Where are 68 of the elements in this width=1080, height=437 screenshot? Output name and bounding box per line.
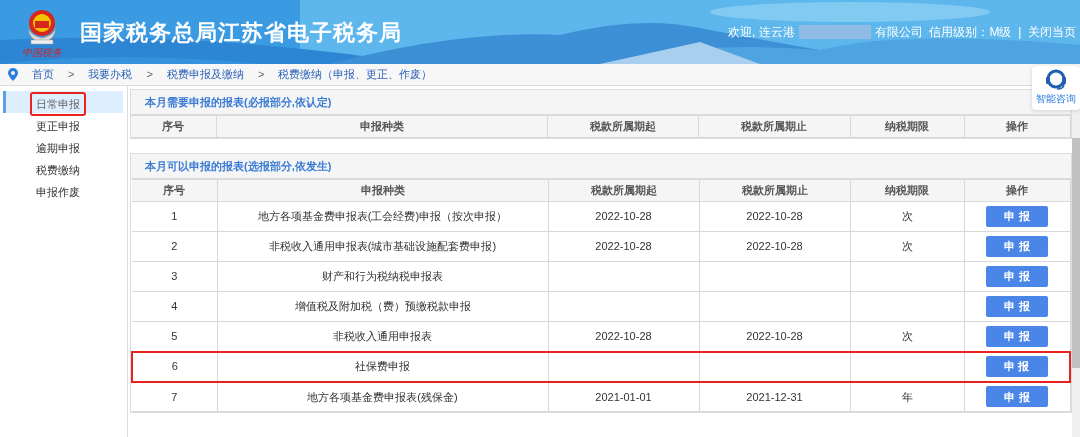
column-header: 纳税期限	[850, 115, 965, 138]
column-header: 税款所属期止	[699, 179, 850, 202]
breadcrumb-separator: >	[257, 67, 265, 83]
table-cell: 2022-10-28	[548, 231, 699, 262]
table-cell: 2022-10-28	[548, 321, 699, 352]
table-cell: 7	[132, 381, 217, 412]
headset-icon	[1044, 68, 1068, 92]
declare-button[interactable]: 申 报	[986, 325, 1048, 347]
table-cell: 5	[132, 321, 217, 352]
breadcrumb-link[interactable]: 首页	[32, 66, 54, 83]
table-cell: 2022-10-28	[699, 201, 850, 232]
header-divider: |	[1018, 24, 1022, 41]
sidebar-item[interactable]: 税费缴纳	[3, 157, 123, 179]
table-cell: 非税收入通用申报表	[217, 321, 548, 352]
table-cell: 2022-10-28	[699, 321, 850, 352]
column-header: 申报种类	[217, 179, 548, 202]
breadcrumb-link[interactable]: 税费申报及缴纳	[166, 66, 244, 83]
declare-button[interactable]: 申 报	[985, 356, 1048, 377]
scrollbar[interactable]	[1072, 108, 1080, 437]
table-cell: 2022-10-28	[699, 231, 850, 262]
section-title: 本月可以申报的报表(选报部分,依发生)	[131, 154, 1071, 179]
company-suffix: 有限公司	[874, 24, 923, 41]
table-cell: 2022-10-28	[548, 201, 699, 232]
column-header: 操作	[964, 179, 1070, 202]
table-cell: 次	[850, 201, 964, 232]
declare-button[interactable]: 申 报	[986, 236, 1048, 257]
location-pin-icon	[8, 68, 18, 81]
table-cell: 地方各项基金费申报表(工会经费)申报（按次申报）	[217, 201, 548, 232]
breadcrumb-link[interactable]: 税费缴纳（申报、更正、作废）	[278, 66, 433, 83]
table-cell: 2	[132, 231, 217, 262]
breadcrumb-separator: >	[68, 67, 75, 83]
table-cell: 年	[850, 381, 964, 412]
table-cell: 6	[132, 351, 217, 382]
column-header: 序号	[132, 179, 217, 202]
table-cell: 增值税及附加税（费）预缴税款申报	[217, 291, 548, 322]
sidebar-item[interactable]: 申报作废	[3, 179, 123, 201]
site-title: 国家税务总局江苏省电子税务局	[80, 18, 402, 47]
column-header: 税款所属期起	[548, 179, 699, 202]
table-cell: 2021-12-31	[699, 381, 850, 412]
assistant-widget[interactable]: 智能咨询	[1032, 66, 1080, 110]
table-cell: 次	[850, 321, 964, 352]
table-cell: 3	[132, 261, 217, 292]
welcome-text: 欢迎, 连云港	[727, 24, 795, 41]
sidebar-item[interactable]: 逾期申报	[3, 135, 123, 157]
column-header: 税款所属期起	[547, 115, 699, 138]
column-header: 税款所属期止	[698, 115, 851, 138]
declare-button[interactable]: 申 报	[986, 386, 1048, 408]
column-header: 纳税期限	[850, 179, 964, 202]
table-cell: 社保费申报	[217, 351, 548, 382]
breadcrumb-link[interactable]: 我要办税	[88, 66, 133, 83]
table-cell: 4	[132, 291, 217, 322]
sidebar-item[interactable]: 日常申报	[3, 91, 123, 113]
column-header: 序号	[131, 115, 217, 138]
table-cell: 地方各项基金费申报表(残保金)	[217, 381, 548, 412]
column-header: 申报种类	[216, 115, 548, 138]
declare-button[interactable]: 申 报	[986, 206, 1048, 227]
declare-button[interactable]: 申 报	[986, 266, 1048, 287]
declare-button[interactable]: 申 报	[986, 296, 1048, 317]
breadcrumb-separator: >	[146, 67, 153, 83]
sidebar-item[interactable]: 更正申报	[3, 113, 123, 135]
credit-level: 信用级别：M级	[929, 24, 1012, 41]
table-cell: 非税收入通用申报表(城市基础设施配套费申报)	[217, 231, 548, 262]
table-cell: 次	[850, 231, 964, 262]
table-cell: 1	[132, 201, 217, 232]
table-cell: 2021-01-01	[548, 381, 699, 412]
column-header: 操作	[964, 115, 1071, 138]
table-cell: 财产和行为税纳税申报表	[217, 261, 548, 292]
logo-caption: 中国税务	[22, 47, 62, 58]
